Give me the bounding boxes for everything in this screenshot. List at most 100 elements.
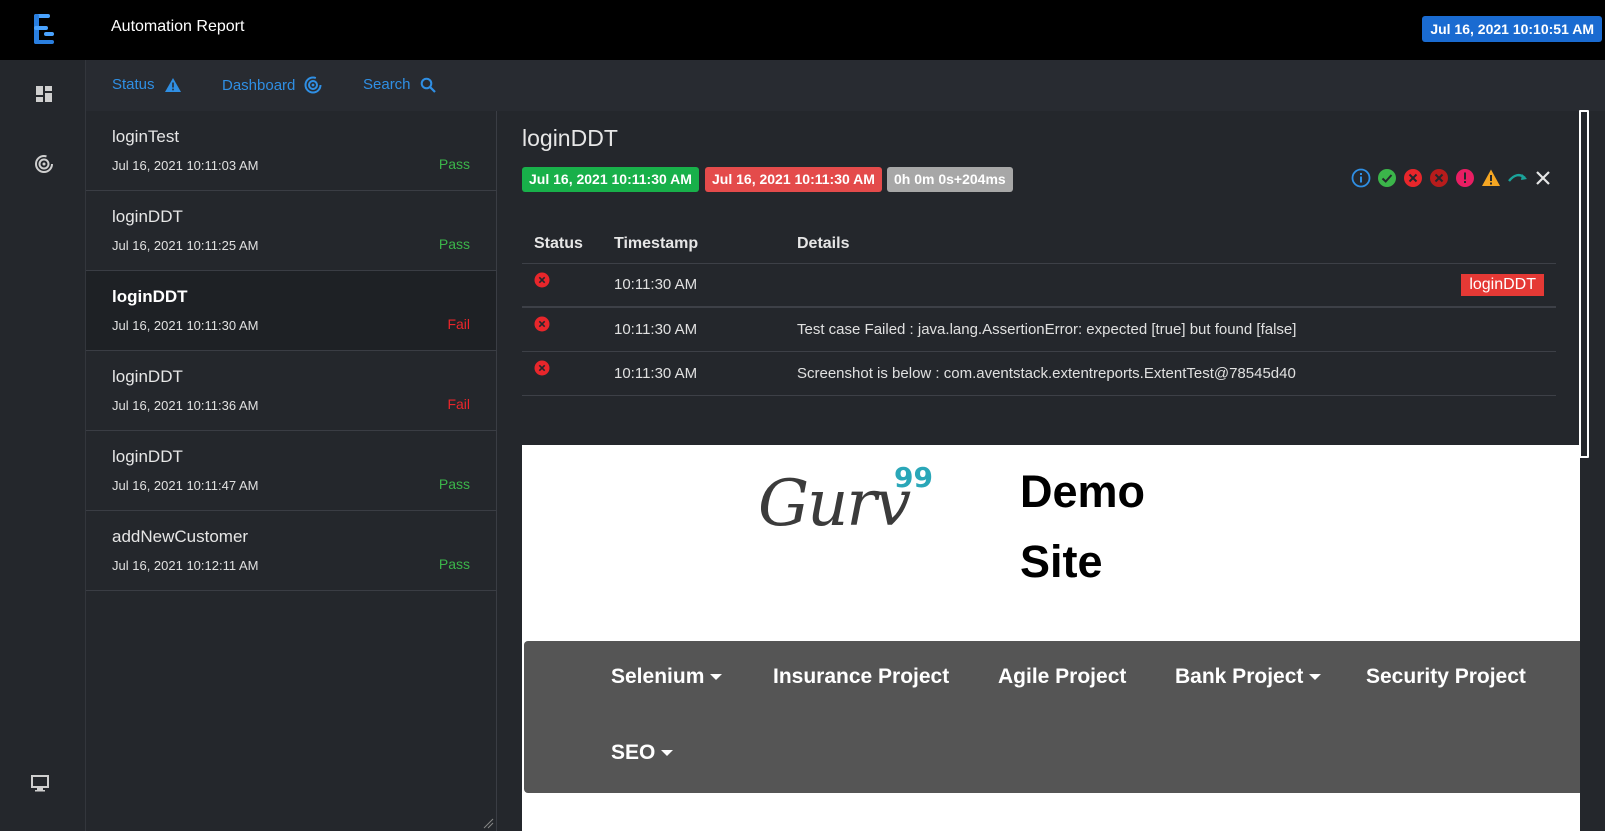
test-list-item[interactable]: loginTest Jul 16, 2021 10:11:03 AM Pass bbox=[86, 111, 496, 191]
site-nav-agile[interactable]: Agile Project bbox=[998, 665, 1126, 689]
test-name: loginDDT bbox=[112, 207, 183, 226]
test-list: loginTest Jul 16, 2021 10:11:03 AM Pass … bbox=[86, 111, 497, 831]
test-name: loginTest bbox=[112, 127, 180, 146]
site-nav-insurance[interactable]: Insurance Project bbox=[773, 665, 949, 689]
site-nav-seo[interactable]: SEO bbox=[611, 741, 674, 765]
search-icon bbox=[420, 77, 436, 93]
demo-site-heading: Demo Site bbox=[1020, 457, 1145, 597]
caret-down-icon bbox=[1309, 674, 1322, 680]
nav-search[interactable]: Search bbox=[363, 76, 436, 93]
test-status: Fail bbox=[447, 396, 470, 412]
site-nav-label: Agile Project bbox=[998, 665, 1127, 688]
fail-x-icon bbox=[534, 272, 550, 288]
test-list-item[interactable]: addNewCustomer Jul 16, 2021 10:12:11 AM … bbox=[86, 511, 496, 591]
warning-triangle-icon bbox=[164, 77, 181, 92]
test-status: Pass bbox=[438, 156, 470, 172]
test-time: Jul 16, 2021 10:11:25 AM bbox=[112, 238, 259, 253]
monitor-icon[interactable] bbox=[30, 773, 50, 793]
resize-grip-icon[interactable] bbox=[482, 817, 494, 829]
error-exclamation-icon[interactable] bbox=[1455, 168, 1475, 188]
radar-icon[interactable] bbox=[34, 154, 54, 174]
detail-scrollbar[interactable] bbox=[1579, 110, 1589, 458]
test-detail-pane: loginDDT Jul 16, 2021 10:11:30 AM Jul 16… bbox=[498, 111, 1580, 831]
test-time: Jul 16, 2021 10:12:11 AM bbox=[112, 558, 259, 573]
test-name: addNewCustomer bbox=[112, 527, 249, 546]
logo-number: 99 bbox=[894, 461, 933, 494]
test-status: Pass bbox=[438, 556, 470, 572]
test-list-item-selected[interactable]: loginDDT Jul 16, 2021 10:11:30 AM Fail bbox=[86, 271, 496, 351]
failure-screenshot[interactable]: Gurv 99 Demo Site Selenium Insurance Pro… bbox=[522, 445, 1580, 831]
col-header-timestamp: Timestamp bbox=[602, 225, 785, 264]
logo-text: Gurv bbox=[758, 467, 911, 541]
caret-down-icon bbox=[710, 674, 723, 680]
nav-status[interactable]: Status bbox=[112, 76, 182, 93]
test-list-item[interactable]: loginDDT Jul 16, 2021 10:11:25 AM Pass bbox=[86, 191, 496, 271]
col-header-details: Details bbox=[785, 225, 1556, 264]
demo-line-1: Demo bbox=[1020, 466, 1146, 517]
fail-x-icon bbox=[534, 360, 550, 376]
start-time-badge: Jul 16, 2021 10:11:30 AM bbox=[522, 167, 699, 192]
end-time-badge: Jul 16, 2021 10:11:30 AM bbox=[705, 167, 882, 192]
test-status: Pass bbox=[438, 236, 470, 252]
radar-icon bbox=[304, 76, 322, 94]
test-time: Jul 16, 2021 10:11:36 AM bbox=[112, 398, 259, 413]
site-nav-label: Bank Project bbox=[1175, 665, 1304, 688]
view-nav-bar: Status Dashboard Search bbox=[86, 60, 1605, 111]
log-table: Status Timestamp Details 10:11:30 AM log… bbox=[522, 225, 1556, 396]
test-time: Jul 16, 2021 10:11:30 AM bbox=[112, 318, 259, 333]
top-header: Automation Report Jul 16, 2021 10:10:51 … bbox=[0, 0, 1605, 60]
site-nav-label: SEO bbox=[611, 741, 656, 764]
log-details: Screenshot is below : com.aventstack.ext… bbox=[785, 351, 1556, 396]
skip-arrow-icon[interactable] bbox=[1507, 168, 1527, 188]
log-timestamp: 10:11:30 AM bbox=[602, 263, 785, 308]
extent-logo-icon[interactable] bbox=[30, 12, 60, 46]
log-row: 10:11:30 AM Screenshot is below : com.av… bbox=[522, 351, 1556, 396]
test-name: loginDDT bbox=[112, 287, 188, 306]
nav-dashboard[interactable]: Dashboard bbox=[222, 76, 322, 94]
site-nav-security[interactable]: Security Project bbox=[1366, 665, 1526, 689]
log-status bbox=[522, 351, 602, 396]
test-label-badge: loginDDT bbox=[1461, 273, 1544, 296]
close-icon[interactable] bbox=[1533, 168, 1553, 188]
log-row: 10:11:30 AM Test case Failed : java.lang… bbox=[522, 307, 1556, 352]
info-icon[interactable] bbox=[1351, 168, 1371, 188]
fail-x-icon bbox=[534, 316, 550, 332]
caret-down-icon bbox=[661, 750, 674, 756]
log-timestamp: 10:11:30 AM bbox=[602, 351, 785, 396]
demo-line-2: Site bbox=[1020, 536, 1103, 587]
site-nav-bank[interactable]: Bank Project bbox=[1175, 665, 1322, 689]
log-details: Test case Failed : java.lang.AssertionEr… bbox=[785, 307, 1556, 352]
report-datetime-badge: Jul 16, 2021 10:10:51 AM bbox=[1422, 16, 1602, 42]
site-nav-menu: Selenium Insurance Project Agile Project… bbox=[524, 641, 1580, 793]
test-list-item[interactable]: loginDDT Jul 16, 2021 10:11:47 AM Pass bbox=[86, 431, 496, 511]
log-filter-icons bbox=[1351, 167, 1553, 189]
log-status bbox=[522, 263, 602, 308]
col-header-status: Status bbox=[522, 225, 602, 264]
left-icon-rail bbox=[0, 60, 86, 831]
test-time: Jul 16, 2021 10:11:03 AM bbox=[112, 158, 259, 173]
test-status: Fail bbox=[447, 316, 470, 332]
fatal-x-icon[interactable] bbox=[1429, 168, 1449, 188]
nav-status-label: Status bbox=[112, 76, 155, 93]
pass-check-icon[interactable] bbox=[1377, 168, 1397, 188]
log-row: 10:11:30 AM loginDDT bbox=[522, 263, 1556, 308]
dashboard-grid-icon[interactable] bbox=[34, 84, 54, 104]
test-status: Pass bbox=[438, 476, 470, 492]
duration-badge: 0h 0m 0s+204ms bbox=[887, 167, 1013, 192]
site-nav-label: Insurance Project bbox=[773, 665, 950, 688]
test-time: Jul 16, 2021 10:11:47 AM bbox=[112, 478, 259, 493]
nav-search-label: Search bbox=[363, 76, 411, 93]
test-list-item[interactable]: loginDDT Jul 16, 2021 10:11:36 AM Fail bbox=[86, 351, 496, 431]
guru99-logo: Gurv 99 bbox=[758, 461, 933, 541]
app-title: Automation Report bbox=[111, 18, 245, 35]
site-nav-label: Selenium bbox=[611, 665, 705, 688]
log-details: loginDDT bbox=[785, 263, 1556, 308]
nav-dashboard-label: Dashboard bbox=[222, 76, 296, 94]
fail-x-icon[interactable] bbox=[1403, 168, 1423, 188]
log-timestamp: 10:11:30 AM bbox=[602, 307, 785, 352]
warning-icon[interactable] bbox=[1481, 168, 1501, 188]
site-nav-label: Security Project bbox=[1366, 665, 1526, 688]
test-name: loginDDT bbox=[112, 447, 183, 466]
site-nav-selenium[interactable]: Selenium bbox=[611, 665, 723, 689]
test-name: loginDDT bbox=[112, 367, 183, 386]
